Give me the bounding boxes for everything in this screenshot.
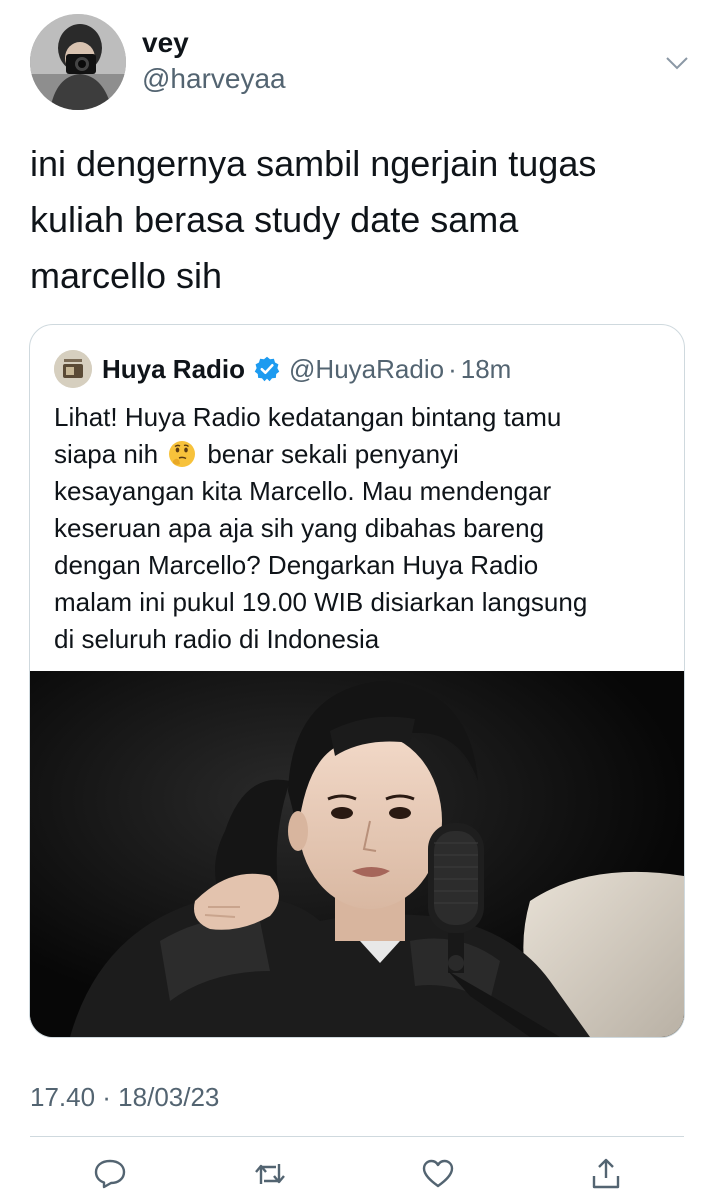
quoted-text-line: di seluruh radio di Indonesia (54, 624, 380, 654)
quoted-text-segment: benar sekali penyanyi (207, 439, 459, 469)
quoted-tweet[interactable]: Huya Radio @HuyaRadio · 18m Lihat! Huya … (29, 324, 685, 1038)
quoted-text-line: keseruan apa aja sih yang dibahas bareng (54, 513, 545, 543)
share-icon[interactable] (588, 1156, 624, 1192)
chevron-down-icon[interactable] (664, 50, 690, 76)
author-display-name[interactable]: vey (142, 28, 286, 58)
quoted-text-segment: siapa nih (54, 439, 159, 469)
quoted-tweet-text: Lihat! Huya Radio kedatangan bintang tam… (54, 399, 666, 658)
retweet-icon[interactable] (252, 1156, 288, 1192)
divider (30, 1136, 684, 1137)
tweet-header: vey @harveyaa (30, 14, 690, 110)
action-bar (0, 1156, 714, 1200)
quoted-author-handle[interactable]: @HuyaRadio (289, 354, 444, 385)
separator-dot: · (448, 353, 457, 384)
thinking-face-icon (169, 441, 196, 467)
quoted-tweet-header: Huya Radio @HuyaRadio · 18m (54, 349, 511, 389)
quoted-author-avatar[interactable] (54, 350, 92, 388)
tweet-text: ini dengernya sambil ngerjain tugas kuli… (30, 143, 597, 296)
verified-badge-icon (254, 356, 280, 382)
quoted-text-line: kesayangan kita Marcello. Mau mendengar (54, 476, 552, 506)
quoted-tweet-image[interactable] (30, 671, 684, 1037)
author-avatar[interactable] (30, 14, 126, 110)
reply-icon[interactable] (92, 1156, 128, 1192)
author-handle[interactable]: @harveyaa (142, 62, 286, 96)
quoted-text-line: siapa nih benar sekali penyanyi (54, 436, 666, 473)
heart-icon[interactable] (420, 1156, 456, 1192)
studio-photo (30, 671, 684, 1037)
quoted-text-line: Lihat! Huya Radio kedatangan bintang tam… (54, 402, 562, 432)
quoted-text-line: dengan Marcello? Dengarkan Huya Radio (54, 550, 539, 580)
tweet-timestamp[interactable]: 17.40 · 18/03/23 (30, 1080, 219, 1114)
quoted-author-name[interactable]: Huya Radio (102, 354, 245, 385)
quoted-tweet-time[interactable]: 18m (461, 354, 512, 385)
quoted-text-line: malam ini pukul 19.00 WIB disiarkan lang… (54, 587, 588, 617)
avatar-photo (30, 14, 126, 110)
